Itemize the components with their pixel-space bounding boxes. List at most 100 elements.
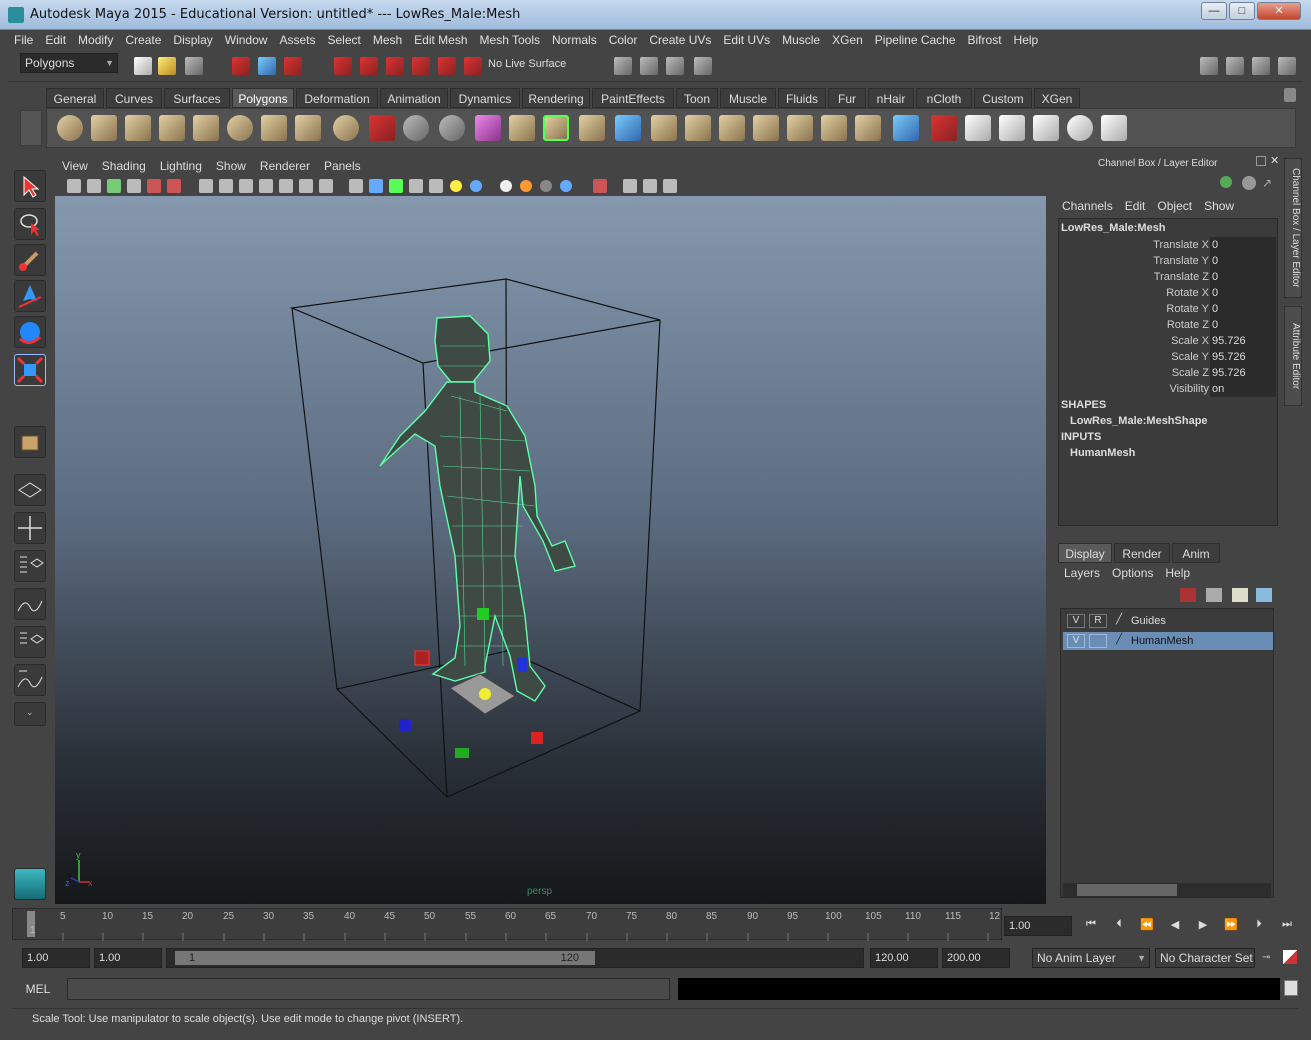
uv-sew-icon[interactable] bbox=[1067, 115, 1093, 141]
new-layer-icon[interactable] bbox=[1256, 588, 1272, 602]
menu-muscle[interactable]: Muscle bbox=[776, 30, 826, 50]
quadrangulate-icon[interactable] bbox=[855, 115, 881, 141]
cb-menu-edit[interactable]: Edit bbox=[1119, 196, 1152, 216]
shelf-tab-deformation[interactable]: Deformation bbox=[296, 88, 378, 108]
layer-menu-help[interactable]: Help bbox=[1159, 563, 1196, 583]
menu-modify[interactable]: Modify bbox=[72, 30, 119, 50]
graph-editor-layout-icon[interactable] bbox=[14, 588, 46, 620]
attr-row[interactable]: Translate Y0 bbox=[1059, 253, 1277, 269]
merge-vertices-icon[interactable] bbox=[753, 115, 779, 141]
cb-menu-object[interactable]: Object bbox=[1151, 196, 1198, 216]
menu-assets[interactable]: Assets bbox=[273, 30, 321, 50]
menu-create-uvs[interactable]: Create UVs bbox=[643, 30, 717, 50]
menu-select[interactable]: Select bbox=[321, 30, 366, 50]
panel-menu-panels[interactable]: Panels bbox=[317, 156, 368, 176]
panel-menu-view[interactable]: View bbox=[55, 156, 95, 176]
panel-menu-shading[interactable]: Shading bbox=[95, 156, 153, 176]
shelf-tab-toon[interactable]: Toon bbox=[676, 88, 718, 108]
menu-edit[interactable]: Edit bbox=[39, 30, 72, 50]
shelf-tab-painteffects[interactable]: PaintEffects bbox=[592, 88, 674, 108]
poly-cube-icon[interactable] bbox=[91, 115, 117, 141]
poly-sphere-icon[interactable] bbox=[57, 115, 83, 141]
combine-icon[interactable] bbox=[369, 115, 395, 141]
manipulator-blue-handle[interactable] bbox=[399, 719, 411, 731]
menu-mesh[interactable]: Mesh bbox=[367, 30, 408, 50]
animation-start-field[interactable]: 1.00 bbox=[22, 948, 90, 968]
layer-color-swatch[interactable]: ╱ bbox=[1111, 614, 1127, 628]
manipulator-red-handle[interactable] bbox=[414, 650, 430, 666]
poly-plane-icon[interactable] bbox=[193, 115, 219, 141]
shelf-tab-animation[interactable]: Animation bbox=[380, 88, 448, 108]
shelf-tab-nhair[interactable]: nHair bbox=[868, 88, 914, 108]
tab-anim[interactable]: Anim bbox=[1172, 543, 1220, 563]
command-input[interactable] bbox=[67, 978, 670, 1000]
attr-row[interactable]: Translate X0 bbox=[1059, 237, 1277, 253]
split-polygon-icon[interactable] bbox=[615, 115, 641, 141]
perspective-viewport[interactable]: y x z persp bbox=[55, 196, 1046, 904]
tab-render[interactable]: Render bbox=[1114, 543, 1170, 563]
layer-visibility-toggle[interactable]: V bbox=[1067, 634, 1085, 648]
manipulator-red-cube[interactable] bbox=[531, 732, 543, 744]
select-object-icon[interactable] bbox=[258, 57, 276, 75]
tab-attribute-editor[interactable]: Attribute Editor bbox=[1284, 306, 1302, 406]
step-forward-key-button[interactable]: ⏩ bbox=[1222, 918, 1240, 934]
insert-edge-loop-icon[interactable] bbox=[651, 115, 677, 141]
menu-mesh-tools[interactable]: Mesh Tools bbox=[474, 30, 546, 50]
lasso-tool-icon[interactable] bbox=[14, 208, 46, 240]
uv-layout-icon[interactable] bbox=[1033, 115, 1059, 141]
input-node[interactable]: HumanMesh bbox=[1070, 447, 1135, 459]
range-slider-bar[interactable]: 1 120 bbox=[175, 951, 595, 965]
poly-torus-icon[interactable] bbox=[227, 115, 253, 141]
manipulator-green-cube[interactable] bbox=[477, 608, 489, 620]
menu-display[interactable]: Display bbox=[167, 30, 218, 50]
axis-icon[interactable] bbox=[1220, 176, 1232, 188]
outliner-layout-icon[interactable] bbox=[14, 550, 46, 582]
attr-value[interactable]: 95.726 bbox=[1210, 333, 1276, 349]
attr-value[interactable]: 0 bbox=[1210, 237, 1276, 253]
layer-row-humanmesh[interactable]: V ╱ HumanMesh bbox=[1063, 632, 1273, 650]
more-layouts-icon[interactable]: ⌄ bbox=[14, 702, 46, 726]
separate-icon[interactable] bbox=[403, 115, 429, 141]
select-hierarchy-icon[interactable] bbox=[232, 57, 250, 75]
single-perspective-layout-icon[interactable] bbox=[14, 474, 46, 506]
attr-row[interactable]: Rotate X0 bbox=[1059, 285, 1277, 301]
move-tool-icon[interactable] bbox=[14, 280, 46, 312]
attr-row[interactable]: Rotate Z0 bbox=[1059, 317, 1277, 333]
step-forward-frame-button[interactable]: ⏵ bbox=[1250, 918, 1268, 934]
layer-menu-layers[interactable]: Layers bbox=[1058, 563, 1106, 583]
attr-row[interactable]: Scale Y 95.726 bbox=[1059, 349, 1277, 365]
bridge-icon[interactable] bbox=[543, 115, 569, 141]
render-settings-icon[interactable] bbox=[694, 57, 712, 75]
time-slider[interactable]: 1 5 10 15 20 25 30 35 40 45 50 55 60 65 … bbox=[12, 908, 1002, 941]
menu-xgen[interactable]: XGen bbox=[826, 30, 869, 50]
last-tool-icon[interactable] bbox=[14, 426, 46, 458]
shelf-tab-surfaces[interactable]: Surfaces bbox=[164, 88, 230, 108]
key-icon[interactable]: ⊸ bbox=[1262, 952, 1278, 964]
shelf-tab-xgen[interactable]: XGen bbox=[1034, 88, 1080, 108]
ipr-render-icon[interactable] bbox=[666, 57, 684, 75]
menu-create[interactable]: Create bbox=[119, 30, 167, 50]
manipulator-blue-cube[interactable] bbox=[517, 658, 527, 672]
planar-mapping-icon[interactable] bbox=[893, 115, 919, 141]
paint-select-tool-icon[interactable] bbox=[14, 244, 46, 276]
shelf-tab-dynamics[interactable]: Dynamics bbox=[450, 88, 520, 108]
select-component-icon[interactable] bbox=[284, 57, 302, 75]
layer-scrollbar[interactable] bbox=[1063, 883, 1271, 897]
scene-view[interactable]: y x z bbox=[55, 196, 1046, 904]
menu-help[interactable]: Help bbox=[1008, 30, 1045, 50]
shading-ball-icon[interactable] bbox=[1242, 176, 1256, 190]
shape-node[interactable]: LowRes_Male:MeshShape bbox=[1070, 415, 1208, 427]
tool-settings-toggle-icon[interactable] bbox=[1252, 57, 1270, 75]
menu-color[interactable]: Color bbox=[603, 30, 644, 50]
shelf-tab-fluids[interactable]: Fluids bbox=[778, 88, 826, 108]
render-view-icon[interactable] bbox=[614, 57, 632, 75]
smooth-icon[interactable] bbox=[439, 115, 465, 141]
attr-value[interactable]: 0 bbox=[1210, 317, 1276, 333]
sculpt-tool-icon[interactable] bbox=[931, 115, 957, 141]
maximize-button[interactable]: □ bbox=[1229, 2, 1255, 20]
step-back-frame-button[interactable]: ⏴ bbox=[1110, 918, 1128, 934]
animation-end-field[interactable]: 200.00 bbox=[942, 948, 1010, 968]
menu-bifrost[interactable]: Bifrost bbox=[962, 30, 1008, 50]
manipulator-center-handle[interactable] bbox=[479, 688, 491, 700]
command-language-toggle[interactable]: MEL bbox=[12, 978, 64, 1000]
